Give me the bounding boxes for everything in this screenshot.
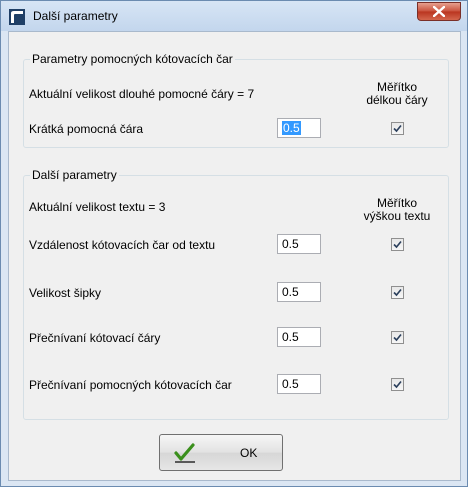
check-icon: [174, 443, 195, 463]
short-line-scale-checkbox[interactable]: [391, 122, 404, 135]
ok-label: OK: [240, 446, 258, 460]
scale-text-header-line2: výškou textu: [363, 209, 431, 223]
arrow-size-input[interactable]: 0.5: [277, 282, 321, 302]
close-icon: [433, 6, 445, 17]
short-line-input[interactable]: 0.5: [277, 118, 321, 138]
other-parameters-legend: Další parametry: [32, 168, 117, 182]
title-bar[interactable]: Další parametry: [1, 1, 467, 31]
short-line-value: 0.5: [282, 121, 301, 135]
long-line-info: Aktuální velikost dlouhé pomocné čáry = …: [29, 87, 255, 101]
ok-button[interactable]: OK: [159, 434, 283, 471]
text-distance-scale-checkbox[interactable]: [391, 238, 404, 251]
dimension-overhang-input[interactable]: 0.5: [277, 327, 321, 347]
text-size-info: Aktuální velikost textu = 3: [29, 200, 166, 214]
text-distance-input[interactable]: 0.5: [277, 234, 321, 254]
dialog-body: Parametry pomocných kótovacích čar Aktuá…: [8, 31, 461, 481]
close-button[interactable]: [417, 2, 461, 21]
auxiliary-overhang-input[interactable]: 0.5: [277, 374, 321, 394]
app-icon: [9, 9, 25, 25]
check-mark-icon: [393, 124, 402, 133]
dialog-window: Další parametry Parametry pomocných kóto…: [0, 0, 468, 487]
check-mark-icon: [393, 288, 402, 297]
row-label: Velikost šipky: [29, 286, 102, 300]
check-mark-icon: [393, 380, 402, 389]
check-mark-icon: [393, 333, 402, 342]
row-label: Vzdálenost kótovacích čar od textu: [29, 238, 216, 252]
scale-text-header-line1: Měřítko: [376, 196, 417, 210]
row-label: Přečnívaní kótovací čáry: [29, 331, 161, 345]
short-line-label: Krátká pomocná čára: [29, 122, 144, 136]
check-mark-icon: [393, 240, 402, 249]
dimension-overhang-scale-checkbox[interactable]: [391, 331, 404, 344]
scale-length-header-line2: délkou čáry: [366, 93, 428, 107]
row-label: Přečnívaní pomocných kótovacích čar: [29, 378, 232, 392]
window-title: Další parametry: [33, 9, 118, 23]
auxiliary-overhang-scale-checkbox[interactable]: [391, 378, 404, 391]
auxiliary-lines-legend: Parametry pomocných kótovacích čar: [32, 52, 233, 66]
arrow-size-scale-checkbox[interactable]: [391, 286, 404, 299]
scale-length-header-line1: Měřítko: [376, 80, 417, 94]
